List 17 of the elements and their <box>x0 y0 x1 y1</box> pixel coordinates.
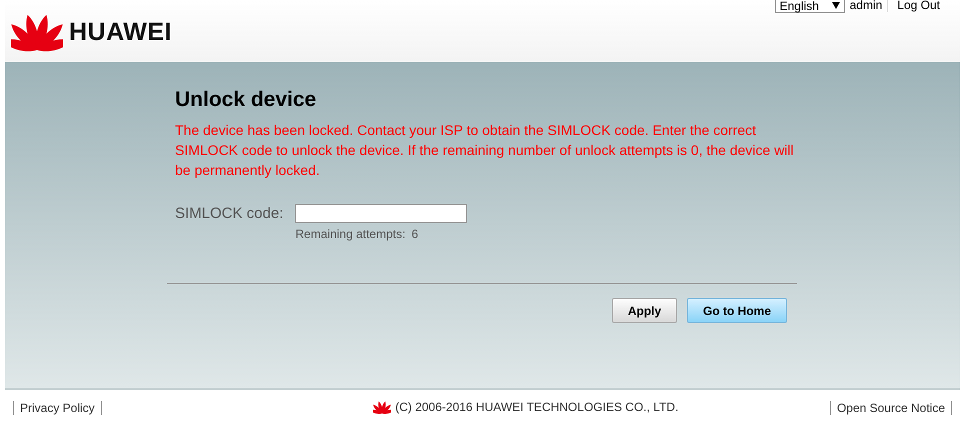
open-source-notice-link[interactable]: Open Source Notice <box>836 400 945 414</box>
home-button[interactable]: Go to Home <box>687 298 787 323</box>
brand-name: HUAWEI <box>69 18 172 46</box>
username: admin <box>850 0 882 12</box>
apply-button[interactable]: Apply <box>612 298 677 323</box>
language-dropdown[interactable]: English <box>774 0 845 13</box>
petal-logo-icon <box>373 400 392 415</box>
remaining-attempts-label: Remaining attempts: <box>295 227 406 241</box>
simlock-code-field[interactable] <box>295 204 468 223</box>
caret-icon <box>832 2 840 9</box>
field-label: SIMLOCK code: <box>175 204 284 224</box>
remaining-attempts-count: 6 <box>411 227 418 241</box>
logout-link[interactable]: Log Out <box>897 0 940 12</box>
copyright-text: (C) 2006-2016 HUAWEI TECHNOLOGIES CO., LTD. <box>395 400 678 414</box>
warning-message: The device has been locked. Contact your ISP to obtain the SIMLOCK code. Enter the correct SIMLOCK code to unlock the device. If the remaining number of unlock attempts is 0, the device will be permanently locked. <box>175 121 795 180</box>
privacy-policy-link[interactable]: Privacy Policy <box>20 400 95 414</box>
page-title: Unlock device <box>175 88 318 112</box>
